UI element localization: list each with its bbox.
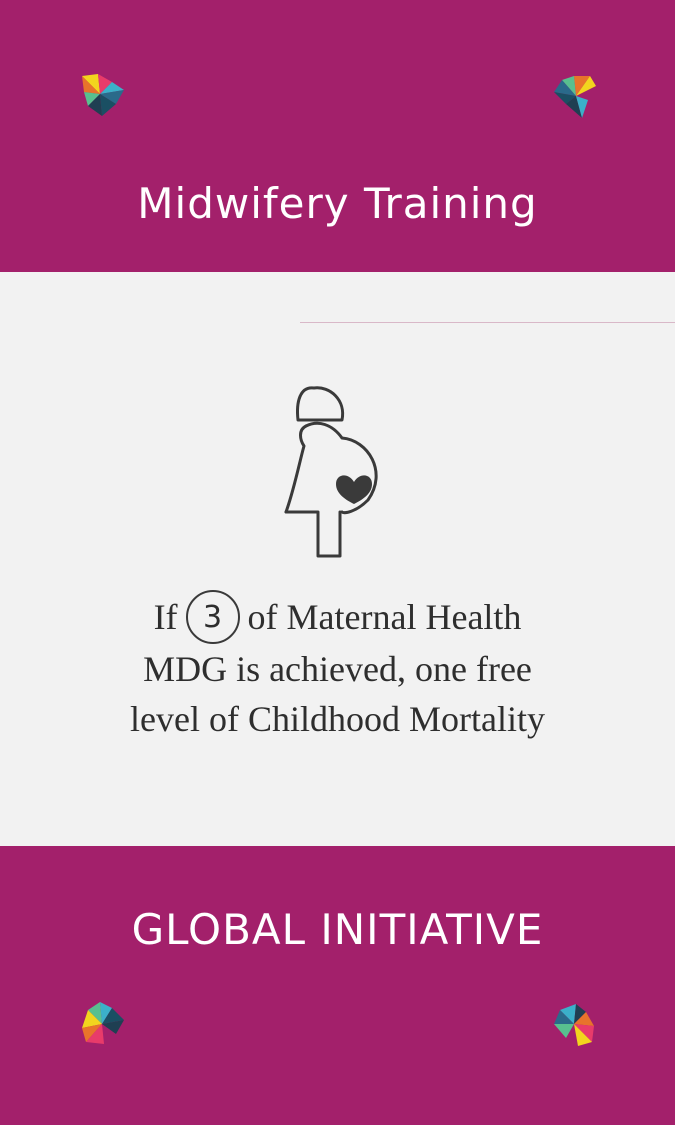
card-header-band: Midwifery Training (0, 0, 675, 272)
pinwheel-logo-icon (82, 1002, 124, 1044)
description-line-1: If 3 of Maternal Health (0, 589, 675, 644)
card-footer-band: GLOBAL INITIATIVE (0, 846, 675, 1125)
description-line-2: MDG is achieved, one free (143, 648, 532, 689)
description-line-3: level of Childhood Mortality (130, 698, 545, 739)
divider-line (300, 322, 675, 323)
card-title: Midwifery Training (137, 179, 538, 228)
circled-number-badge: 3 (185, 589, 240, 644)
pinwheel-logo-icon (82, 74, 124, 116)
pinwheel-logo-icon (554, 76, 596, 118)
pinwheel-logo-icon (554, 1004, 594, 1046)
card-footer-label: GLOBAL INITIATIVE (131, 905, 544, 954)
card-description: If 3 of Maternal Health MDG is achieved, o… (0, 589, 675, 744)
pregnant-woman-heart-icon (284, 386, 378, 558)
description-suffix: of Maternal Health (247, 597, 522, 637)
description-prefix: If (153, 597, 178, 637)
game-card[interactable]: Midwifery Training If 3 of Maternal Health… (0, 0, 675, 1125)
